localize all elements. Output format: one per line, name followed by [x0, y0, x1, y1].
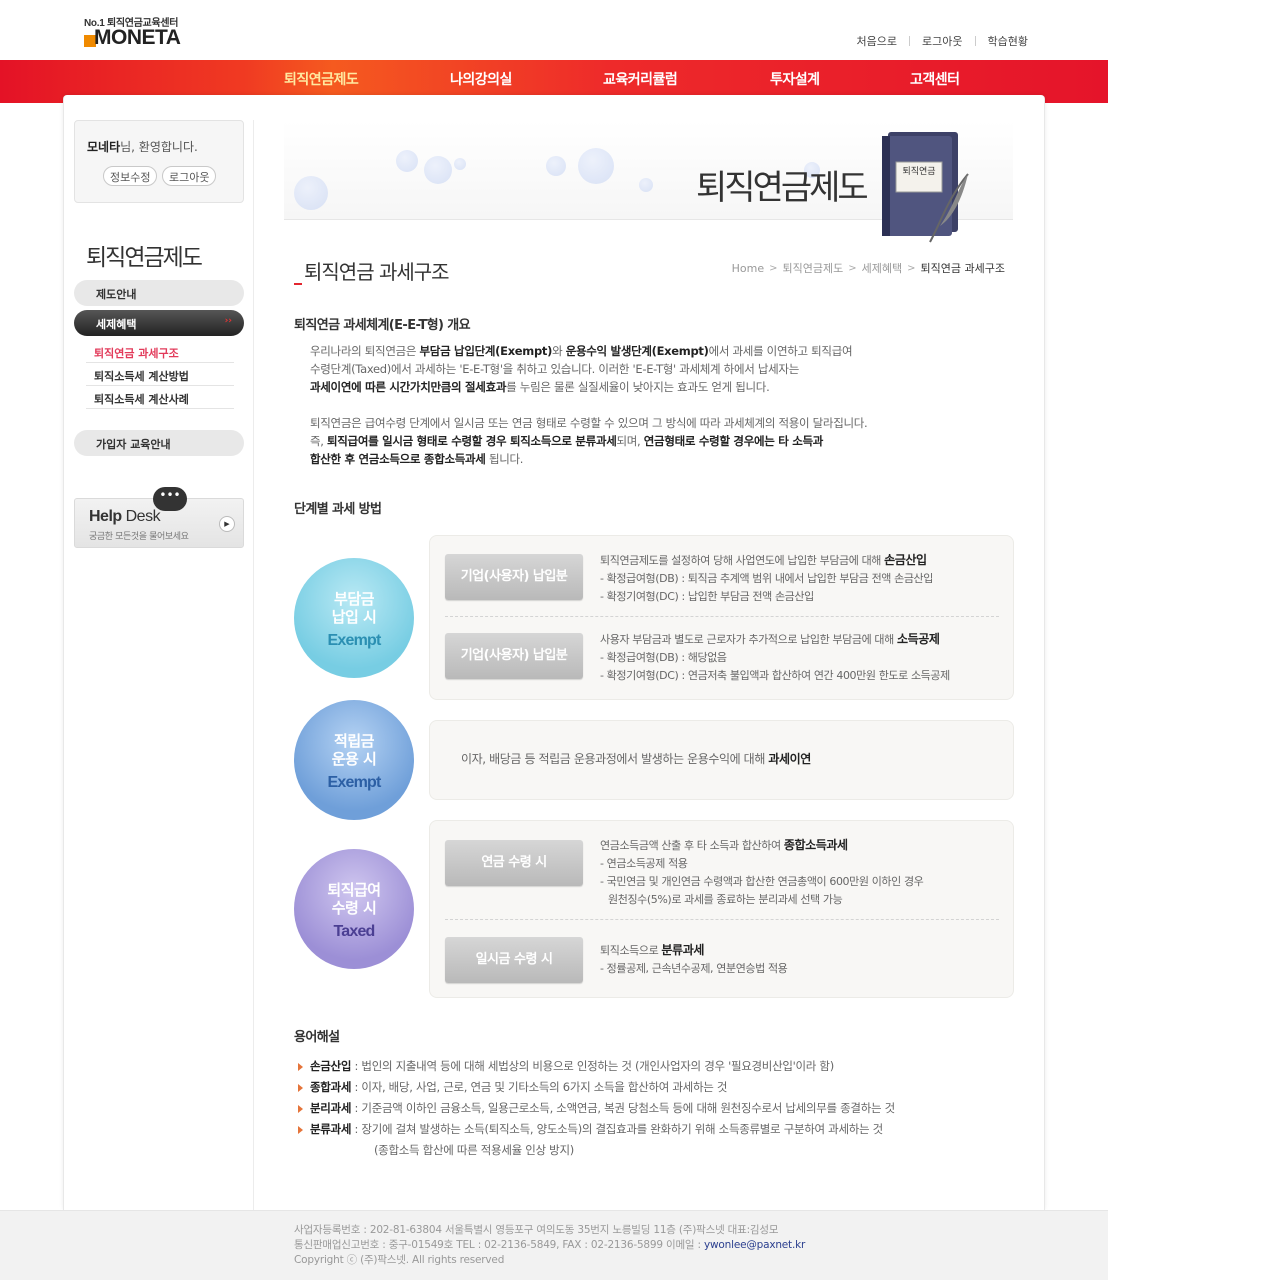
- stage-circle-operation: 적립금 운용 시 Exempt: [294, 700, 414, 820]
- glossary-list: 손금산입 : 법인의 지출내역 등에 대해 세법상의 비용으로 인정하는 것 (…: [298, 1058, 895, 1160]
- overview-paragraph-1: 우리나라의 퇴직연금은 부담금 납입단계(Exempt)와 운용수익 발생단계(…: [310, 344, 853, 394]
- chevron-right-icon: >: [769, 262, 778, 274]
- breadcrumb: Home > 퇴직연금제도 > 세제혜택 > 퇴직연금 과세구조: [732, 260, 1005, 276]
- divider: [909, 36, 911, 46]
- gnb-item-retirement-system[interactable]: 퇴직연금제도: [284, 69, 359, 89]
- logout-button[interactable]: 로그아웃: [162, 166, 217, 186]
- divider: [974, 36, 976, 46]
- play-arrow-icon: ▶: [219, 516, 235, 532]
- footer-copyright: Copyright ⓒ (주)팍스넷. All rights reserved: [294, 1254, 505, 1266]
- lnb-sub-tax-structure[interactable]: 퇴직연금 과세구조: [86, 341, 234, 363]
- bullet-arrow-icon: [298, 1084, 303, 1092]
- glossary-item: 손금산입 : 법인의 지출내역 등에 대해 세법상의 비용으로 인정하는 것 (…: [298, 1058, 895, 1079]
- stage-circle-receipt: 퇴직급여 수령 시 Taxed: [294, 849, 414, 969]
- breadcrumb-item[interactable]: 세제혜택: [862, 260, 902, 276]
- gnb-item-curriculum[interactable]: 교육커리큘럼: [603, 69, 678, 89]
- login-box: 모네타님, 환영합니다. 정보수정 로그아웃: [74, 120, 244, 203]
- title-accent-bar: [294, 283, 302, 285]
- bubble-decoration: [578, 148, 614, 184]
- moneta-logo[interactable]: No.1 퇴직연금교육센터 MONETA: [84, 14, 204, 50]
- visual-title: 퇴직연금제도: [696, 168, 869, 208]
- dashed-divider: [445, 616, 999, 617]
- book-icon: 퇴직연금: [882, 132, 969, 243]
- bullet-arrow-icon: [298, 1063, 303, 1071]
- study-status-link[interactable]: 학습현황: [988, 33, 1028, 49]
- lnb-item-tax-benefits[interactable]: 세제혜택 ››: [74, 310, 244, 336]
- bubble-decoration: [424, 156, 452, 184]
- annuity-receipt-label: 연금 수령 시: [445, 840, 583, 886]
- help-desk-subtitle: 궁금한 모든것을 물어보세요: [89, 532, 189, 542]
- bubble-decoration: [639, 178, 653, 192]
- glossary-item: 분리과세 : 기준금액 이하인 금융소득, 일용근로소득, 소액연금, 복권 당…: [298, 1100, 895, 1121]
- double-chevron-icon: ››: [224, 316, 232, 326]
- section-title-glossary: 용어해설: [294, 1030, 340, 1045]
- stage-description: 퇴직연금제도를 설정하여 당해 사업연도에 납입한 부담금에 대해 손금산입 -…: [600, 553, 933, 603]
- breadcrumb-home[interactable]: Home: [732, 262, 764, 275]
- chevron-right-icon: >: [848, 262, 857, 274]
- lnb-item-label: 제도안내: [96, 288, 137, 301]
- overview-paragraph-2: 퇴직연금은 급여수령 단계에서 일시금 또는 연금 형태로 수령할 수 있으며 …: [310, 416, 868, 466]
- lnb-title: 퇴직연금제도: [86, 245, 203, 271]
- stage-description: 사용자 부담금과 별도로 근로자가 추가적으로 납입한 부담금에 대해 소득공제…: [600, 632, 950, 682]
- lnb-sub-tax-calc-method[interactable]: 퇴직소득세 계산방법: [86, 364, 234, 386]
- dashed-divider: [445, 919, 999, 920]
- edit-info-button[interactable]: 정보수정: [103, 166, 158, 186]
- help-desk-title: Help Desk: [89, 508, 161, 525]
- footer-business-info: 사업자등록번호 : 202-81-63804 서울특별시 영등포구 여의도동 3…: [294, 1224, 779, 1236]
- welcome-text: 모네타님, 환영합니다.: [87, 138, 198, 155]
- page-title: 퇴직연금 과세구조: [294, 256, 450, 285]
- glossary-item-continued: (종합소득 합산에 따른 적용세율 인상 방지): [374, 1143, 574, 1157]
- greeting: 님, 환영합니다.: [120, 140, 198, 154]
- lnb-item-system-guide[interactable]: 제도안내: [74, 280, 244, 306]
- book-label: 퇴직연금: [902, 166, 935, 177]
- lnb-item-label: 세제혜택: [96, 318, 137, 331]
- lnb-item-member-education[interactable]: 가입자 교육안내: [74, 430, 244, 456]
- stage-box-receipt: 연금 수령 시 연금소득금액 산출 후 타 소득과 합산하여 종합소득과세 - …: [429, 820, 1014, 998]
- stage-description: 연금소득금액 산출 후 타 소득과 합산하여 종합소득과세 - 연금소득공제 적…: [600, 838, 924, 906]
- chevron-right-icon: >: [907, 262, 916, 274]
- glossary-item: 분류과세 : 장기에 걸쳐 발생하는 소득(퇴직소득, 양도소득)의 결집효과를…: [298, 1121, 895, 1142]
- employee-payment-label: 기업(사용자) 납입분: [445, 633, 583, 679]
- logout-link[interactable]: 로그아웃: [922, 33, 962, 49]
- stage-box-operation: 이자, 배당금 등 적립금 운용과정에서 발생하는 운용수익에 대해 과세이연: [429, 720, 1014, 800]
- user-name: 모네타: [87, 140, 121, 154]
- lump-sum-receipt-label: 일시금 수령 시: [445, 937, 583, 983]
- gnb-item-customer-center[interactable]: 고객센터: [910, 69, 960, 89]
- stage-description: 이자, 배당금 등 적립금 운용과정에서 발생하는 운용수익에 대해 과세이연: [461, 752, 811, 766]
- glossary-item: 종합과세 : 이자, 배당, 사업, 근로, 연금 및 기타소득의 6가지 소득…: [298, 1079, 895, 1100]
- footer-contact-info: 통신판매업신고번호 : 중구-01549호 TEL : 02-2136-5849…: [294, 1239, 806, 1251]
- footer-info: 사업자등록번호 : 202-81-63804 서울특별시 영등포구 여의도동 3…: [294, 1223, 805, 1268]
- help-desk-banner[interactable]: ••• Help Desk 궁금한 모든것을 물어보세요 ▶: [74, 487, 244, 548]
- gnb-item-my-classroom[interactable]: 나의강의실: [450, 69, 512, 89]
- bubble-decoration: [396, 150, 418, 172]
- home-link[interactable]: 처음으로: [857, 33, 897, 49]
- bubble-decoration: [546, 156, 566, 176]
- bubble-decoration: [454, 158, 466, 170]
- section-title-overview: 퇴직연금 과세체계(E-E-T형) 개요: [294, 318, 471, 333]
- section-title-stages: 단계별 과세 방법: [294, 502, 382, 517]
- employer-payment-label: 기업(사용자) 납입분: [445, 554, 583, 600]
- stage-description: 퇴직소득으로 분류과세 - 정률공제, 근속년수공제, 연분연승법 적용: [600, 943, 788, 975]
- breadcrumb-item[interactable]: 퇴직연금제도: [783, 260, 844, 276]
- logo-wordmark: MONETA: [94, 26, 181, 49]
- bubble-decoration: [294, 176, 328, 210]
- bullet-arrow-icon: [298, 1126, 303, 1134]
- lnb-sub-tax-calc-example[interactable]: 퇴직소득세 계산사례: [86, 387, 234, 409]
- stage-circle-payment: 부담금 납입 시 Exempt: [294, 558, 414, 678]
- breadcrumb-current: 퇴직연금 과세구조: [920, 262, 1005, 275]
- utility-nav: 처음으로 로그아웃 학습현황: [857, 33, 1028, 49]
- footer: 사업자등록번호 : 202-81-63804 서울특별시 영등포구 여의도동 3…: [0, 1210, 1108, 1280]
- bullet-arrow-icon: [298, 1105, 303, 1113]
- footer-email-link[interactable]: ywonlee@paxnet.kr: [704, 1239, 805, 1251]
- lnb-divider: [253, 120, 254, 1210]
- gnb-item-investment-plan[interactable]: 투자설계: [770, 69, 820, 89]
- lnb-item-label: 가입자 교육안내: [96, 438, 171, 451]
- stage-box-payment: 기업(사용자) 납입분 퇴직연금제도를 설정하여 당해 사업연도에 납입한 부담…: [429, 535, 1014, 700]
